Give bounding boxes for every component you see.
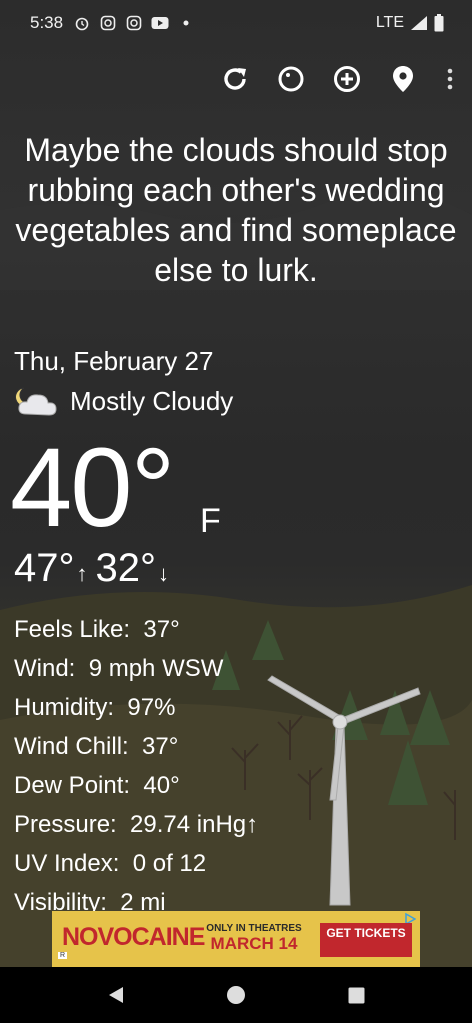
status-right: LTE (376, 14, 444, 32)
ad-release-date: MARCH 14 (210, 934, 298, 953)
detail-value: 97% (127, 694, 176, 721)
condition-row: Mostly Cloudy (14, 384, 233, 418)
home-button[interactable] (224, 983, 248, 1007)
current-temperature: 40° (10, 425, 175, 550)
detail-label: Humidity: (14, 694, 115, 721)
ad-brand: NOVOCAINE (62, 923, 205, 951)
back-icon (109, 987, 123, 1003)
ad-tagline: ONLY IN THEATRES (206, 923, 302, 934)
low-arrow-icon: ↓ (158, 561, 169, 586)
high-arrow-icon: ↑ (76, 561, 88, 586)
refresh-button[interactable] (218, 60, 252, 98)
high-low: 47° ↑ 32° ↓ (14, 546, 177, 591)
more-options-button[interactable] (442, 60, 458, 98)
detail-label: Dew Point: (14, 772, 131, 799)
alarm-icon (73, 14, 91, 32)
detail-value: 40° (143, 772, 180, 799)
detail-label: Pressure: (14, 811, 117, 838)
detail-value: 9 mph WSW (88, 655, 224, 682)
detail-value: 37° (143, 616, 180, 643)
detail-dew-point: Dew Point: 40° (14, 766, 258, 805)
ad-banner[interactable]: NOVOCAINE ONLY IN THEATRES MARCH 14 GET … (52, 911, 420, 967)
status-time: 5:38 (30, 13, 64, 32)
weather-screen: 5:38 LTE Maybe the clouds should stop ru… (0, 0, 472, 1023)
more-vert-icon (447, 68, 453, 90)
low-temp: 32° (95, 546, 157, 590)
partly-cloudy-night-icon (15, 387, 57, 416)
detail-label: UV Index: (14, 850, 120, 877)
dot-icon (177, 14, 195, 32)
detail-uv-index: UV Index: 0 of 12 (14, 844, 258, 883)
status-bar: 5:38 LTE (0, 0, 472, 46)
location-pin-icon (393, 66, 413, 92)
ad-rating: R (58, 952, 68, 959)
theme-button[interactable] (274, 60, 308, 98)
add-location-icon (334, 66, 360, 92)
instagram-icon (125, 14, 143, 32)
detail-pressure: Pressure: 29.74 inHg↑ (14, 805, 258, 844)
network-label: LTE (375, 14, 404, 31)
detail-humidity: Humidity: 97% (14, 688, 258, 727)
forecast-date: Thu, February 27 (14, 346, 214, 376)
instagram-icon (99, 14, 117, 32)
refresh-icon (224, 68, 246, 90)
youtube-icon (151, 14, 169, 32)
weather-quote: Maybe the clouds should stop rubbing eac… (15, 132, 457, 288)
temperature-unit: F (200, 502, 221, 540)
weather-details: Feels Like: 37° Wind: 9 mph WSW Humidity… (14, 610, 258, 922)
detail-feels-like: Feels Like: 37° (14, 610, 258, 649)
top-toolbar (218, 60, 458, 98)
signal-icon (411, 16, 427, 30)
navigation-bar (0, 967, 472, 1023)
recents-icon (348, 987, 364, 1003)
detail-value: 37° (142, 733, 179, 760)
high-temp: 47° (14, 546, 75, 590)
detail-wind-chill: Wind Chill: 37° (14, 727, 258, 766)
detail-value: 29.74 inHg↑ (130, 811, 259, 838)
add-location-button[interactable] (330, 60, 364, 98)
detail-value: 0 of 12 (132, 850, 207, 877)
detail-label: Feels Like: (14, 616, 131, 643)
detail-wind: Wind: 9 mph WSW (14, 649, 258, 688)
condition-label: Mostly Cloudy (70, 385, 234, 416)
location-button[interactable] (386, 60, 420, 98)
back-button[interactable] (104, 983, 128, 1007)
detail-label: Wind Chill: (14, 733, 129, 760)
recents-button[interactable] (344, 983, 368, 1007)
detail-label: Wind: (14, 655, 76, 682)
home-icon (227, 986, 245, 1004)
ad-get-tickets-button[interactable]: GET TICKETS (320, 923, 412, 957)
battery-icon (434, 14, 444, 32)
theme-icon (278, 66, 304, 92)
